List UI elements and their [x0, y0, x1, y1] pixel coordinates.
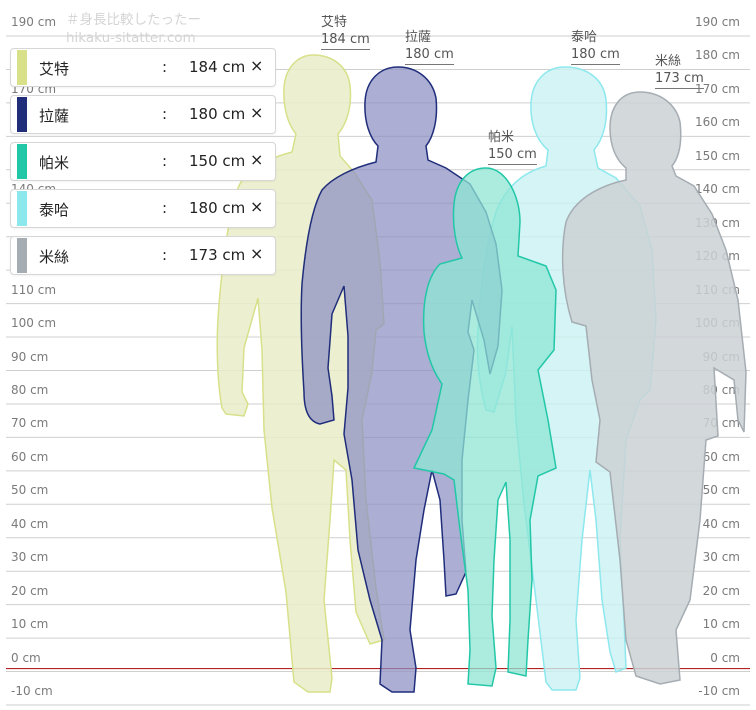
figure-label-height: 150 cm [488, 146, 537, 165]
figure-label-name: 艾特 [321, 15, 348, 30]
figure-label: 米絲 173 cm [655, 53, 704, 89]
figure-label-name: 拉薩 [405, 30, 432, 45]
color-swatch [17, 238, 27, 273]
figure-label: 拉薩 180 cm [405, 29, 454, 65]
character-legend: 艾特:184 cm × 拉薩:180 cm × 帕米:150 cm × 泰哈:180 cm ×… [10, 48, 276, 283]
color-swatch [17, 97, 27, 132]
legend-row[interactable]: 泰哈: 180 cm × [10, 189, 276, 228]
legend-colon: : [162, 199, 168, 217]
legend-height: 180 cm [189, 199, 246, 217]
remove-icon[interactable]: × [250, 197, 263, 216]
legend-name: 拉薩 [39, 107, 70, 125]
legend-colon: : [162, 105, 168, 123]
height-comparison-stage: 190 cm180 cm170 cm160 cm150 cm140 cm130 … [0, 0, 756, 710]
legend-name: 艾特 [39, 60, 70, 78]
legend-row[interactable]: 艾特: 184 cm × [10, 48, 276, 87]
remove-icon[interactable]: × [250, 244, 263, 263]
figure-label: 泰哈 180 cm [571, 29, 620, 65]
figure-label-height: 180 cm [405, 46, 454, 65]
color-swatch [17, 191, 27, 226]
figure-label-name: 泰哈 [571, 30, 598, 45]
legend-name: 米絲 [39, 248, 70, 266]
legend-row[interactable]: 帕米: 150 cm × [10, 142, 276, 181]
color-swatch [17, 144, 27, 179]
legend-height: 180 cm [189, 105, 246, 123]
remove-icon[interactable]: × [250, 103, 263, 122]
remove-icon[interactable]: × [250, 56, 263, 75]
color-swatch [17, 50, 27, 85]
legend-height: 184 cm [189, 58, 246, 76]
legend-colon: : [162, 152, 168, 170]
legend-row[interactable]: 米絲: 173 cm × [10, 236, 276, 275]
legend-name: 泰哈 [39, 201, 70, 219]
legend-row[interactable]: 拉薩: 180 cm × [10, 95, 276, 134]
figure-label-name: 米絲 [655, 54, 682, 69]
figure-label-name: 帕米 [488, 130, 515, 145]
legend-height: 173 cm [189, 246, 246, 264]
legend-name: 帕米 [39, 154, 70, 172]
legend-colon: : [162, 246, 168, 264]
figure-label-height: 173 cm [655, 70, 704, 89]
figure-label-height: 180 cm [571, 46, 620, 65]
legend-colon: : [162, 58, 168, 76]
figure-label: 艾特 184 cm [321, 14, 370, 50]
remove-icon[interactable]: × [250, 150, 263, 169]
legend-height: 150 cm [189, 152, 246, 170]
figure-label: 帕米 150 cm [488, 129, 537, 165]
figure-label-height: 184 cm [321, 31, 370, 50]
